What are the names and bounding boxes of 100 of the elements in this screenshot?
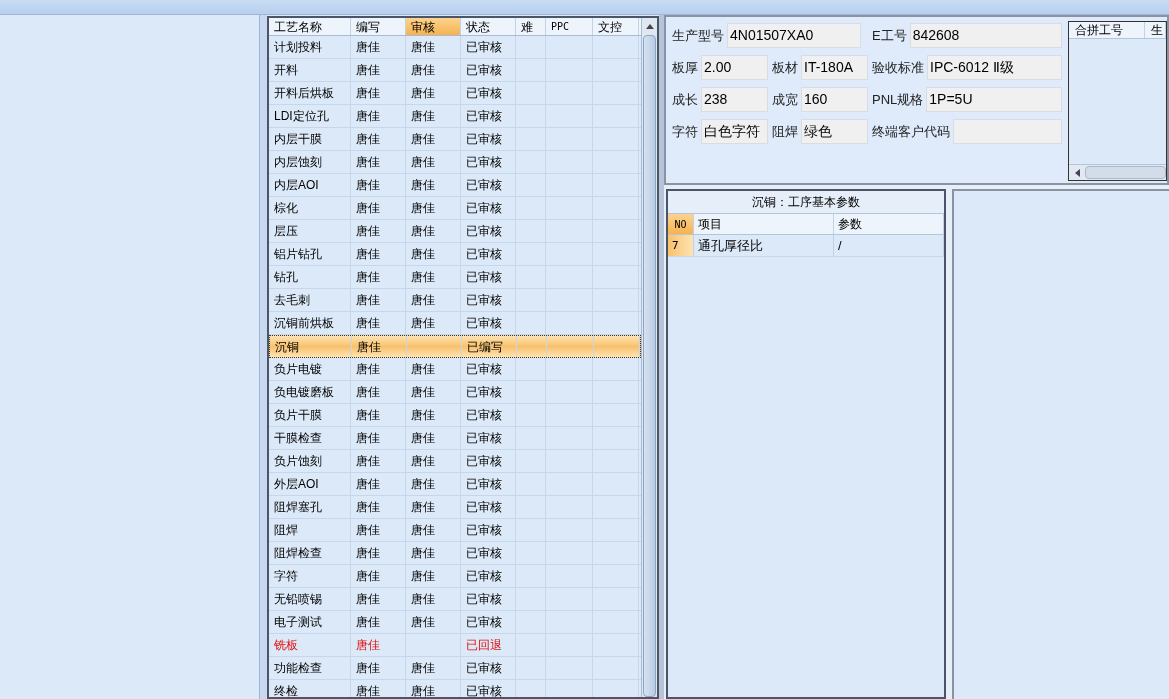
grid-cell-text: 已审核	[466, 431, 502, 445]
grid-cell-text: 唐佳	[411, 615, 435, 629]
grid-row[interactable]: LDI定位孔 唐佳 唐佳 已审核	[269, 105, 641, 128]
grid-row[interactable]: 层压 唐佳 唐佳 已审核	[269, 220, 641, 243]
input-field[interactable]: 绿色	[801, 119, 868, 144]
grid-row[interactable]: 负片干膜 唐佳 唐佳 已审核	[269, 404, 641, 427]
grid-cell-text: 电子测试	[274, 615, 322, 629]
grid-cell-text: 开料后烘板	[274, 86, 334, 100]
grid-row[interactable]: 阻焊塞孔 唐佳 唐佳 已审核	[269, 496, 641, 519]
grid-row[interactable]: 负片电镀 唐佳 唐佳 已审核	[269, 358, 641, 381]
grid-cell-text: 唐佳	[356, 431, 380, 445]
grid-row[interactable]: 内层干膜 唐佳 唐佳 已审核	[269, 128, 641, 151]
grid-row[interactable]: 内层蚀刻 唐佳 唐佳 已审核	[269, 151, 641, 174]
grid-cell-text: 内层AOI	[274, 178, 319, 192]
grid-cell-text: 内层干膜	[274, 132, 322, 146]
grid-cell-text: 唐佳	[356, 224, 380, 238]
grid-cell-text: 已审核	[466, 270, 502, 284]
grid-cell-text: 已审核	[466, 523, 502, 537]
grid-row[interactable]: 无铅喷锡 唐佳 唐佳 已审核	[269, 588, 641, 611]
grid-cell-text: 负片干膜	[274, 408, 322, 422]
grid-row[interactable]: 钻孔 唐佳 唐佳 已审核	[269, 266, 641, 289]
grid-cell-text: 唐佳	[411, 569, 435, 583]
input-field[interactable]: 842608	[909, 23, 1062, 48]
input-field[interactable]: 4N01507XA0	[727, 23, 861, 48]
grid-cell-text: 唐佳	[356, 155, 380, 169]
grid-cell-text: 唐佳	[411, 362, 435, 376]
grid-row[interactable]: 字符 唐佳 唐佳 已审核	[269, 565, 641, 588]
input-field[interactable]: IT-180A	[801, 55, 868, 80]
grid-cell-text: 唐佳	[356, 270, 380, 284]
grid-cell-text: 已编写	[467, 340, 503, 354]
input-field[interactable]	[953, 119, 1062, 144]
grid-row[interactable]: 外层AOI 唐佳 唐佳 已审核	[269, 473, 641, 496]
grid-row[interactable]: 功能检查 唐佳 唐佳 已审核	[269, 657, 641, 680]
grid-cell-text: 唐佳	[411, 661, 435, 675]
grid-cell-text: 唐佳	[411, 408, 435, 422]
grid-cell-text: 唐佳	[356, 523, 380, 537]
grid-row[interactable]: 阻焊 唐佳 唐佳 已审核	[269, 519, 641, 542]
grid-cell-text: 钻孔	[274, 270, 298, 284]
grid-cell-text: 已审核	[466, 86, 502, 100]
grid-cell-text: 无铅喷锡	[274, 592, 322, 606]
field-label: E工号	[872, 26, 907, 45]
column-header[interactable]: 生	[1145, 22, 1166, 38]
grid-cell-text: 干膜检查	[274, 431, 322, 445]
grid-row[interactable]: 负片蚀刻 唐佳 唐佳 已审核	[269, 450, 641, 473]
field-label: 板材	[772, 58, 798, 77]
column-header[interactable]: 工艺名称	[269, 18, 351, 35]
column-header[interactable]: 文控	[593, 18, 639, 35]
column-header[interactable]: 难	[516, 18, 546, 35]
scroll-thumb[interactable]	[643, 35, 656, 697]
grid-row[interactable]: 铣板 唐佳 已回退	[269, 634, 641, 657]
column-header[interactable]: 参数	[834, 214, 944, 234]
grid-cell-text: 开料	[274, 63, 298, 77]
input-field[interactable]: 白色字符	[701, 119, 768, 144]
grid-cell-text: 唐佳	[411, 178, 435, 192]
grid-row[interactable]: 负电镀磨板 唐佳 唐佳 已审核	[269, 381, 641, 404]
grid-cell-text: 负片蚀刻	[274, 454, 322, 468]
grid-row[interactable]: 电子测试 唐佳 唐佳 已审核	[269, 611, 641, 634]
column-header[interactable]: PPC	[546, 18, 593, 35]
grid-row[interactable]: 铝片钻孔 唐佳 唐佳 已审核	[269, 243, 641, 266]
input-field[interactable]: 2.00	[701, 55, 768, 80]
input-field[interactable]: IPC-6012 Ⅱ级	[927, 55, 1062, 80]
grid-cell-text: 已审核	[466, 592, 502, 606]
grid-row[interactable]: 去毛刺 唐佳 唐佳 已审核	[269, 289, 641, 312]
grid-row[interactable]: 棕化 唐佳 唐佳 已审核	[269, 197, 641, 220]
column-header[interactable]: 状态	[461, 18, 516, 35]
grid-cell-text: 唐佳	[356, 63, 380, 77]
grid-cell-text: 唐佳	[411, 63, 435, 77]
grid-cell-text: 已审核	[466, 661, 502, 675]
splitter[interactable]	[260, 15, 267, 699]
column-header[interactable]: 项目	[694, 214, 834, 234]
grid-cell-text: 沉铜	[275, 340, 299, 354]
field-label: 板厚	[672, 58, 698, 77]
grid-row[interactable]: 沉铜 唐佳 已编写	[269, 335, 641, 358]
grid-cell-text: 唐佳	[411, 523, 435, 537]
grid-row[interactable]: 干膜检查 唐佳 唐佳 已审核	[269, 427, 641, 450]
horizontal-scrollbar[interactable]	[1069, 164, 1166, 180]
grid-row[interactable]: 开料后烘板 唐佳 唐佳 已审核	[269, 82, 641, 105]
grid-cell-text: 唐佳	[356, 385, 380, 399]
input-field[interactable]: 1P=5U	[926, 87, 1062, 112]
scroll-thumb[interactable]	[1085, 166, 1166, 179]
grid-cell-text: 已审核	[466, 247, 502, 261]
column-header[interactable]: 合拼工号	[1069, 22, 1145, 38]
grid-cell-text: 唐佳	[356, 201, 380, 215]
grid-row[interactable]: 阻焊检查 唐佳 唐佳 已审核	[269, 542, 641, 565]
vertical-scrollbar[interactable]	[641, 18, 657, 697]
grid-row[interactable]: 内层AOI 唐佳 唐佳 已审核	[269, 174, 641, 197]
grid-cell-text: 唐佳	[356, 500, 380, 514]
grid-row[interactable]: 开料 唐佳 唐佳 已审核	[269, 59, 641, 82]
grid-cell-text: 已审核	[466, 40, 502, 54]
column-header[interactable]: NO	[668, 214, 694, 234]
input-field[interactable]: 160	[801, 87, 868, 112]
grid-cell-text: 唐佳	[356, 661, 380, 675]
grid-cell-text: 唐佳	[356, 86, 380, 100]
grid-cell-text: 已审核	[466, 500, 502, 514]
column-header[interactable]: 审核	[406, 18, 461, 35]
grid-cell-text: 唐佳	[356, 638, 380, 652]
grid-cell-text: 唐佳	[356, 615, 380, 629]
input-field[interactable]: 238	[701, 87, 768, 112]
grid-row[interactable]: 计划投料 唐佳 唐佳 已审核	[269, 36, 641, 59]
grid-cell-text: 唐佳	[411, 247, 435, 261]
